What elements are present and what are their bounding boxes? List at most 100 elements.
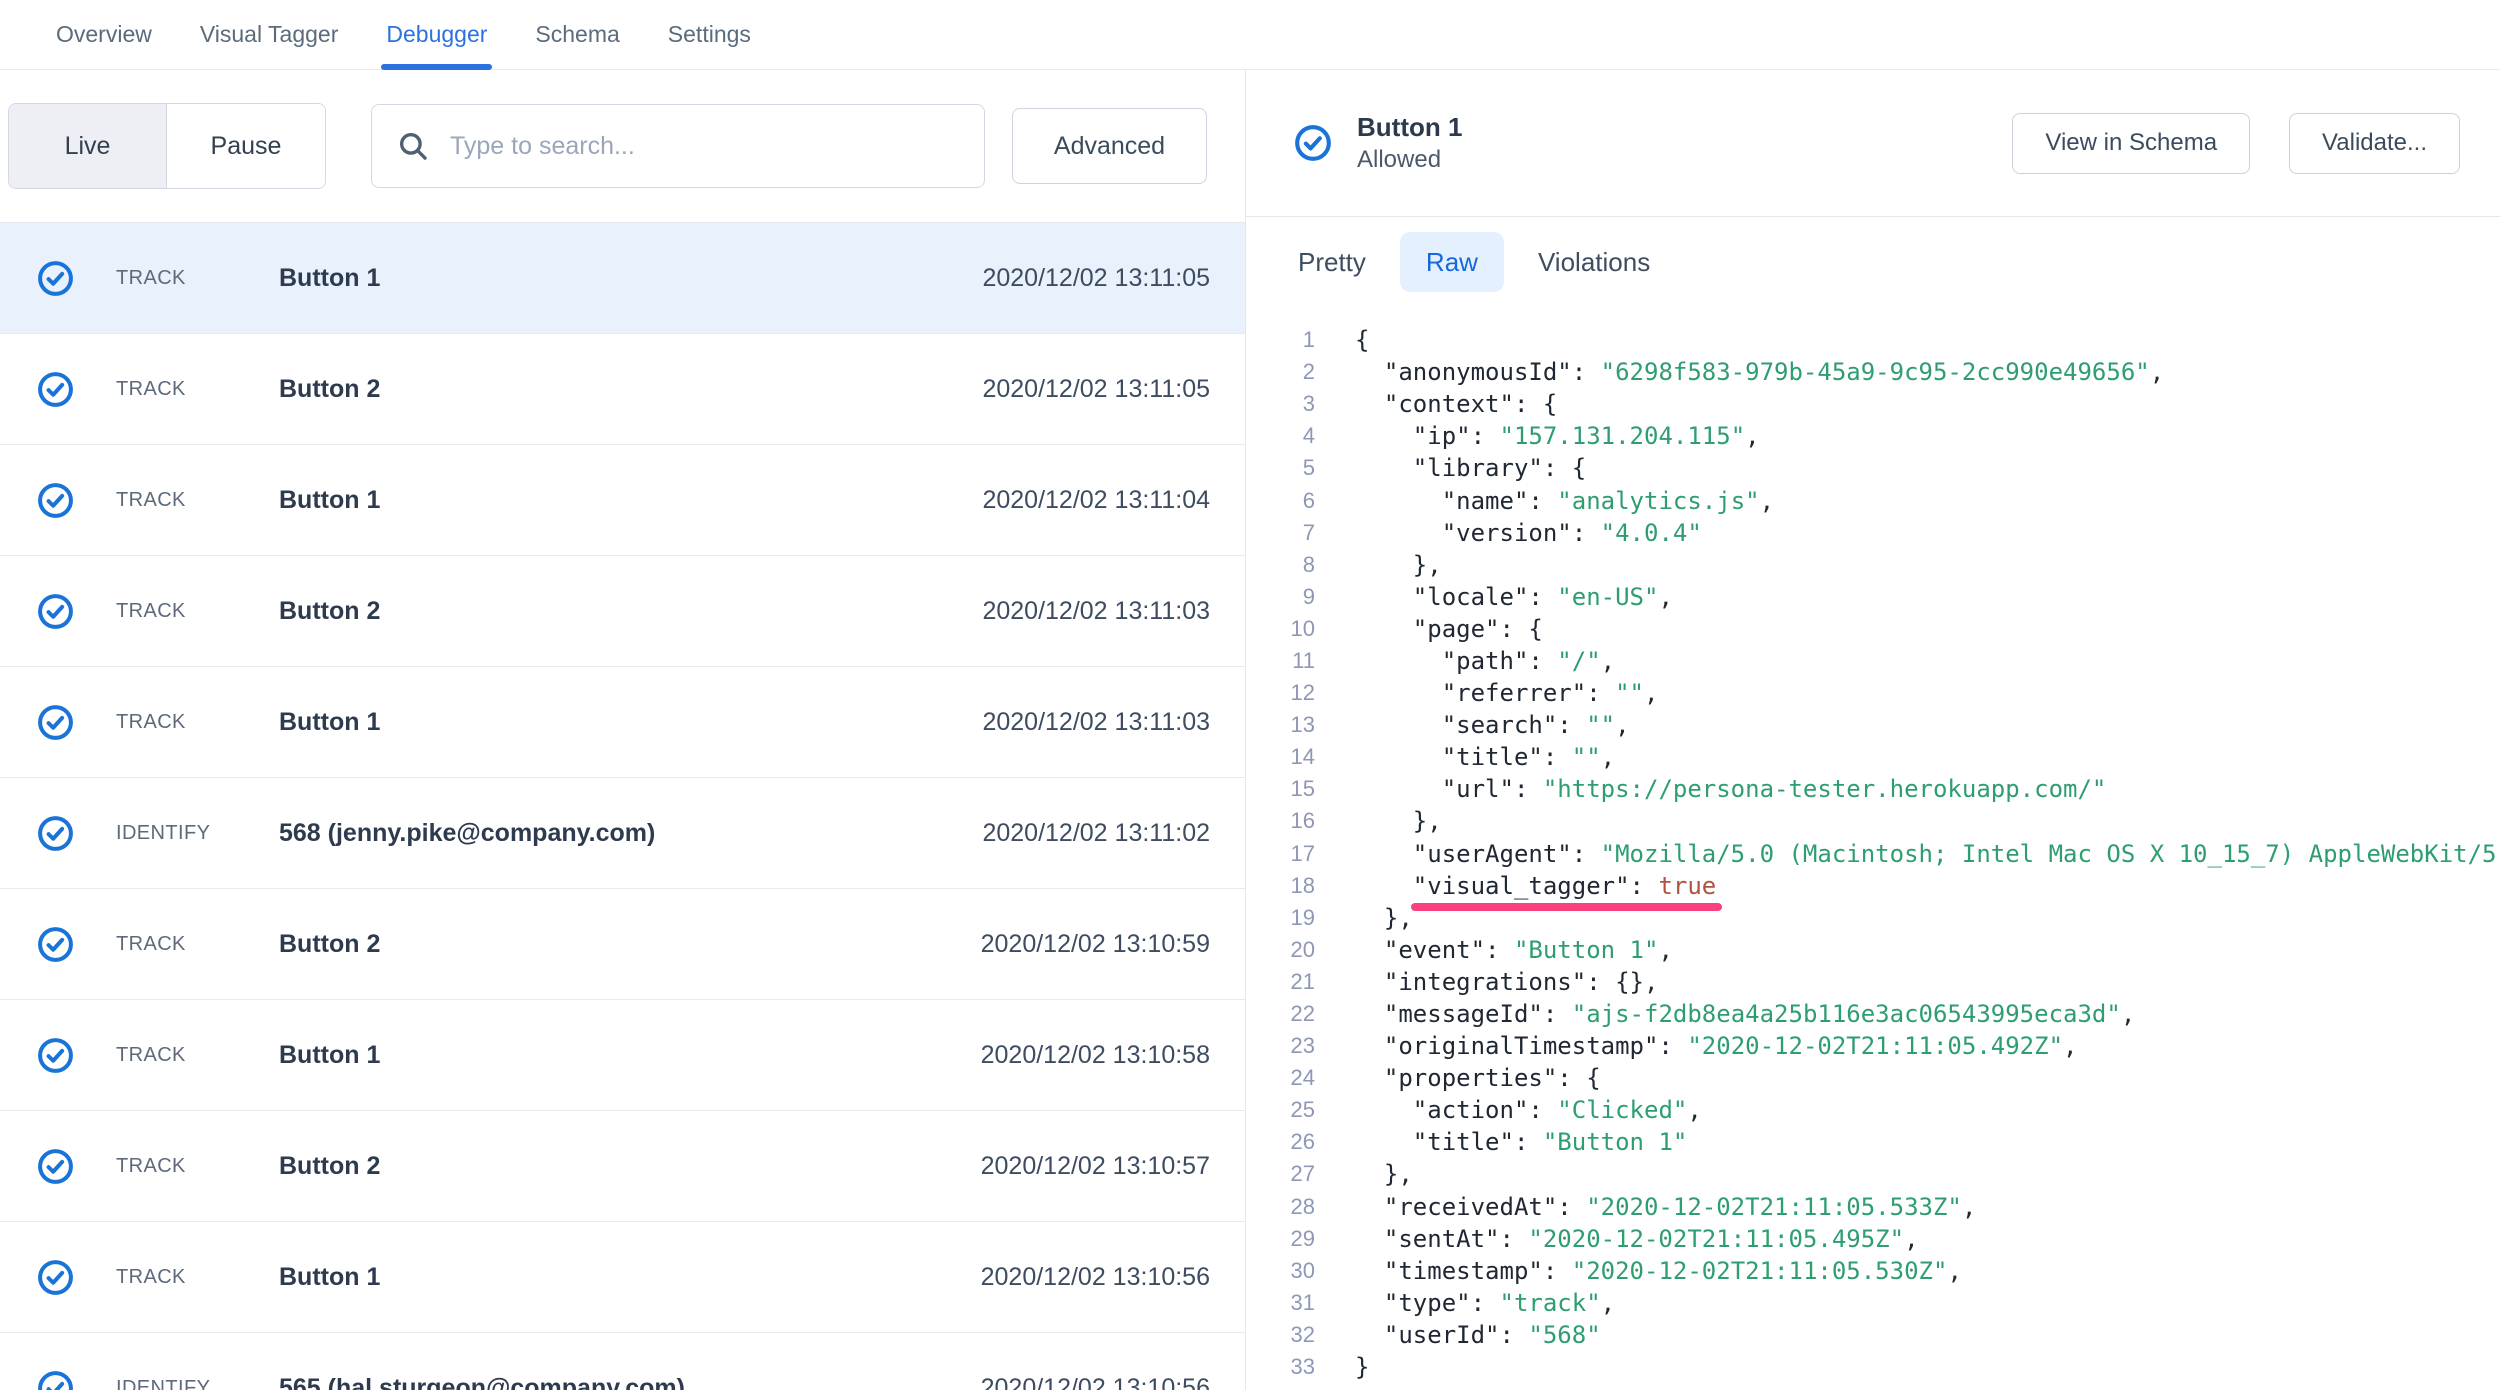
nav-tab-settings[interactable]: Settings xyxy=(668,0,751,70)
code-token: "properties": { xyxy=(1355,1064,1601,1092)
code-token: "title": xyxy=(1355,743,1572,771)
event-name: Button 1 xyxy=(279,708,982,737)
event-row[interactable]: TRACKButton 12020/12/02 13:11:03 xyxy=(0,667,1245,778)
line-number: 20 xyxy=(1246,937,1315,963)
advanced-button[interactable]: Advanced xyxy=(1012,108,1207,184)
event-timestamp: 2020/12/02 13:11:03 xyxy=(982,708,1210,737)
event-row[interactable]: TRACKButton 22020/12/02 13:11:05 xyxy=(0,334,1245,445)
code-text: "referrer": "", xyxy=(1355,679,1658,707)
event-type-label: TRACK xyxy=(116,489,279,512)
event-row[interactable]: TRACKButton 12020/12/02 13:11:05 xyxy=(0,223,1245,334)
live-button[interactable]: Live xyxy=(9,104,167,188)
line-number: 23 xyxy=(1246,1033,1315,1059)
line-number: 9 xyxy=(1246,584,1315,610)
code-token: "visual_tagger": xyxy=(1413,872,1659,900)
event-type-label: IDENTIFY xyxy=(116,1377,279,1390)
code-token: "" xyxy=(1615,679,1644,707)
nav-tab-overview[interactable]: Overview xyxy=(56,0,152,70)
events-panel: Live Pause Advanced TRACKButton 12020/12… xyxy=(0,70,1246,1390)
line-number: 10 xyxy=(1246,616,1315,642)
code-text: "locale": "en-US", xyxy=(1355,583,1673,611)
event-name: 565 (hal.sturgeon@company.com) xyxy=(279,1374,981,1390)
code-token: , xyxy=(1601,1289,1615,1317)
validate-button[interactable]: Validate... xyxy=(2289,113,2460,174)
pause-button[interactable]: Pause xyxy=(167,104,325,188)
code-text: "sentAt": "2020-12-02T21:11:05.495Z", xyxy=(1355,1225,1919,1253)
event-type-label: TRACK xyxy=(116,1044,279,1067)
event-row[interactable]: TRACKButton 12020/12/02 13:11:04 xyxy=(0,445,1245,556)
event-row[interactable]: IDENTIFY568 (jenny.pike@company.com)2020… xyxy=(0,778,1245,889)
code-token: "2020-12-02T21:11:05.530Z" xyxy=(1572,1257,1948,1285)
code-text: "receivedAt": "2020-12-02T21:11:05.533Z"… xyxy=(1355,1193,1976,1221)
code-token: , xyxy=(1904,1225,1918,1253)
event-row[interactable]: IDENTIFY565 (hal.sturgeon@company.com)20… xyxy=(0,1333,1245,1390)
nav-tab-visual-tagger[interactable]: Visual Tagger xyxy=(200,0,339,70)
tab-pretty[interactable]: Pretty xyxy=(1272,232,1392,292)
tab-raw[interactable]: Raw xyxy=(1400,232,1504,292)
line-number: 26 xyxy=(1246,1129,1315,1155)
code-token: "context": { xyxy=(1355,390,1557,418)
event-status-check-icon xyxy=(37,1148,74,1185)
raw-json-viewer: 1{2 "anonymousId": "6298f583-979b-45a9-9… xyxy=(1246,307,2500,1390)
code-token: , xyxy=(1947,1257,1961,1285)
code-line: 28 "receivedAt": "2020-12-02T21:11:05.53… xyxy=(1246,1191,2500,1223)
line-number: 5 xyxy=(1246,455,1315,481)
code-token: "Clicked" xyxy=(1557,1096,1687,1124)
line-number: 32 xyxy=(1246,1322,1315,1348)
violation-underline: "visual_tagger": true xyxy=(1413,872,1716,900)
event-row[interactable]: TRACKButton 22020/12/02 13:10:59 xyxy=(0,889,1245,1000)
event-type-label: TRACK xyxy=(116,933,279,956)
event-row[interactable]: TRACKButton 12020/12/02 13:10:58 xyxy=(0,1000,1245,1111)
code-token: true xyxy=(1658,872,1716,900)
code-text: "action": "Clicked", xyxy=(1355,1096,1702,1124)
event-type-label: TRACK xyxy=(116,378,279,401)
event-detail-header: Button 1 Allowed View in Schema Validate… xyxy=(1246,70,2500,217)
code-text: "originalTimestamp": "2020-12-02T21:11:0… xyxy=(1355,1032,2077,1060)
line-number: 25 xyxy=(1246,1097,1315,1123)
code-token: } xyxy=(1355,1353,1369,1381)
allowed-check-icon xyxy=(1294,124,1332,162)
nav-tab-debugger[interactable]: Debugger xyxy=(386,0,487,70)
code-token: "event": xyxy=(1355,936,1514,964)
search-box[interactable] xyxy=(371,104,985,188)
event-row[interactable]: TRACKButton 22020/12/02 13:11:03 xyxy=(0,556,1245,667)
line-number: 27 xyxy=(1246,1161,1315,1187)
code-text: "timestamp": "2020-12-02T21:11:05.530Z", xyxy=(1355,1257,1962,1285)
code-token: , xyxy=(1760,487,1774,515)
event-row[interactable]: TRACKButton 12020/12/02 13:10:56 xyxy=(0,1222,1245,1333)
line-number: 13 xyxy=(1246,712,1315,738)
code-token: "userId": xyxy=(1355,1321,1528,1349)
live-pause-toggle: Live Pause xyxy=(8,103,326,189)
code-line: 12 "referrer": "", xyxy=(1246,677,2500,709)
line-number: 8 xyxy=(1246,552,1315,578)
code-token: , xyxy=(2121,1000,2135,1028)
tab-violations[interactable]: Violations xyxy=(1512,232,1676,292)
code-token: "ajs-f2db8ea4a25b116e3ac06543995eca3d" xyxy=(1572,1000,2121,1028)
code-token: "library": { xyxy=(1355,454,1586,482)
code-token: "https://persona-tester.herokuapp.com/" xyxy=(1543,775,2107,803)
code-line: 9 "locale": "en-US", xyxy=(1246,581,2500,613)
line-number: 2 xyxy=(1246,359,1315,385)
code-token: "originalTimestamp": xyxy=(1355,1032,1687,1060)
code-token: "2020-12-02T21:11:05.492Z" xyxy=(1687,1032,2063,1060)
line-number: 16 xyxy=(1246,808,1315,834)
event-name: Button 2 xyxy=(279,597,982,626)
view-in-schema-button[interactable]: View in Schema xyxy=(2012,113,2250,174)
event-type-label: TRACK xyxy=(116,711,279,734)
code-token: }, xyxy=(1355,551,1442,579)
code-line: 3 "context": { xyxy=(1246,388,2500,420)
code-token: "4.0.4" xyxy=(1601,519,1702,547)
event-timestamp: 2020/12/02 13:10:56 xyxy=(981,1263,1210,1292)
event-name: Button 2 xyxy=(279,930,981,959)
nav-tab-schema[interactable]: Schema xyxy=(535,0,619,70)
search-input[interactable] xyxy=(450,132,960,161)
event-name: Button 1 xyxy=(279,486,982,515)
event-row[interactable]: TRACKButton 22020/12/02 13:10:57 xyxy=(0,1111,1245,1222)
line-number: 17 xyxy=(1246,841,1315,867)
code-text: }, xyxy=(1355,807,1442,835)
event-status-check-icon xyxy=(37,1037,74,1074)
code-token: "search": xyxy=(1355,711,1586,739)
code-token: , xyxy=(1658,936,1672,964)
event-detail-actions: View in Schema Validate... xyxy=(2012,113,2460,174)
code-line: 6 "name": "analytics.js", xyxy=(1246,484,2500,516)
